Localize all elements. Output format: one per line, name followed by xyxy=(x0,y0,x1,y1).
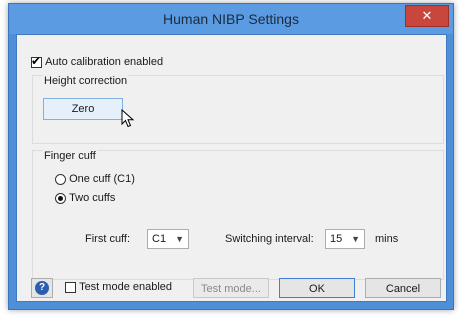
help-button[interactable]: ? xyxy=(31,278,53,298)
close-icon: ✕ xyxy=(421,8,433,23)
switching-interval-value: 15 xyxy=(330,233,343,245)
mouse-cursor-icon xyxy=(121,109,135,128)
dialog-footer: ? Test mode enabled Test mode... OK Canc… xyxy=(17,278,446,304)
dialog-window: Human NIBP Settings ✕ ✔ Auto calibration… xyxy=(8,3,454,310)
radio-one-cuff[interactable] xyxy=(55,173,66,185)
title-bar[interactable]: Human NIBP Settings ✕ xyxy=(9,4,453,34)
radio-one-cuff-row[interactable]: One cuff (C1) xyxy=(55,173,135,185)
checkmark-icon: ✔ xyxy=(31,53,42,68)
chevron-down-icon: ▼ xyxy=(351,234,360,244)
first-cuff-label: First cuff: xyxy=(85,233,131,245)
test-mode-button[interactable]: Test mode... xyxy=(193,278,269,298)
auto-calibration-label: Auto calibration enabled xyxy=(45,56,164,69)
test-mode-row[interactable]: Test mode enabled xyxy=(65,281,172,293)
dialog-client-area: ✔ Auto calibration enabled Height correc… xyxy=(16,34,447,302)
radio-two-cuffs-label: Two cuffs xyxy=(69,192,116,205)
test-mode-checkbox[interactable] xyxy=(65,281,76,293)
radio-one-cuff-label: One cuff (C1) xyxy=(69,173,135,186)
first-cuff-value: C1 xyxy=(152,233,167,245)
window-title: Human NIBP Settings xyxy=(163,11,299,27)
cancel-button[interactable]: Cancel xyxy=(365,278,441,298)
height-correction-group: Height correction Zero xyxy=(32,75,444,144)
help-icon: ? xyxy=(35,281,49,295)
close-button[interactable]: ✕ xyxy=(405,5,449,27)
height-correction-title: Height correction xyxy=(43,75,129,87)
ok-button[interactable]: OK xyxy=(279,278,355,298)
first-cuff-select[interactable]: C1 ▼ xyxy=(147,229,189,249)
switching-interval-unit: mins xyxy=(375,233,399,245)
zero-button[interactable]: Zero xyxy=(43,98,123,120)
radio-two-cuffs[interactable] xyxy=(55,192,66,204)
radio-selected-dot xyxy=(58,195,63,201)
auto-calibration-checkbox[interactable]: ✔ xyxy=(31,53,42,68)
switching-interval-select[interactable]: 15 ▼ xyxy=(325,229,365,249)
radio-two-cuffs-row[interactable]: Two cuffs xyxy=(55,192,115,204)
switching-interval-label: Switching interval: xyxy=(225,233,314,245)
chevron-down-icon: ▼ xyxy=(175,234,184,244)
finger-cuff-title: Finger cuff xyxy=(43,150,97,162)
auto-calibration-row[interactable]: ✔ Auto calibration enabled xyxy=(31,53,164,69)
finger-cuff-group: Finger cuff One cuff (C1) Two cuffs Firs… xyxy=(32,150,444,280)
test-mode-label: Test mode enabled xyxy=(79,281,173,294)
